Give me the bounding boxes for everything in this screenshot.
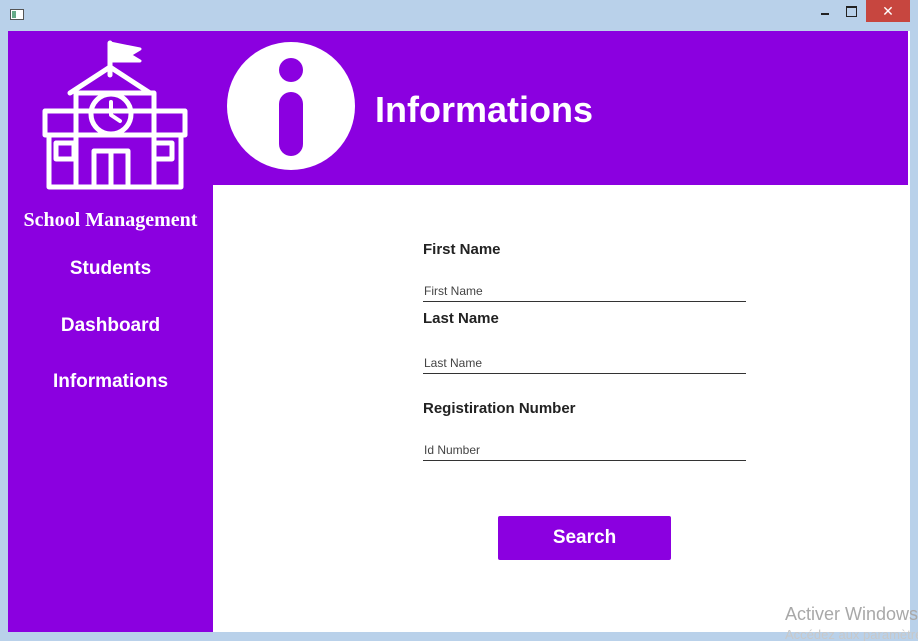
- last-name-input[interactable]: [423, 352, 746, 374]
- first-name-input[interactable]: [423, 280, 746, 302]
- registration-number-label: Registiration Number: [423, 400, 576, 417]
- app-window-icon: [10, 9, 24, 20]
- nav-item-informations[interactable]: Informations: [8, 371, 213, 393]
- info-icon-stem: [279, 92, 303, 156]
- page-header: Informations: [213, 31, 908, 185]
- nav-item-students[interactable]: Students: [8, 258, 213, 280]
- windows-activation-watermark: Activer Windows: [785, 604, 918, 624]
- window-titlebar[interactable]: ✕: [0, 0, 918, 31]
- search-form: First Name Last Name Registiration Numbe…: [213, 185, 908, 632]
- registration-number-input[interactable]: [423, 439, 746, 461]
- nav-item-dashboard[interactable]: Dashboard: [8, 315, 213, 337]
- first-name-label: First Name: [423, 241, 501, 258]
- last-name-label: Last Name: [423, 310, 499, 327]
- info-icon-dot: [279, 58, 303, 82]
- page-title: Informations: [375, 89, 594, 130]
- close-button[interactable]: ✕: [866, 0, 910, 22]
- search-button[interactable]: Search: [498, 516, 671, 560]
- windows-activation-watermark-subtitle: Accédez aux paramètres: [785, 627, 918, 641]
- info-icon: [227, 42, 355, 170]
- school-building-icon: [42, 40, 188, 190]
- app-title: School Management: [23, 209, 198, 231]
- maximize-button[interactable]: [836, 0, 866, 22]
- sidebar: School Management Students Dashboard Inf…: [8, 31, 213, 632]
